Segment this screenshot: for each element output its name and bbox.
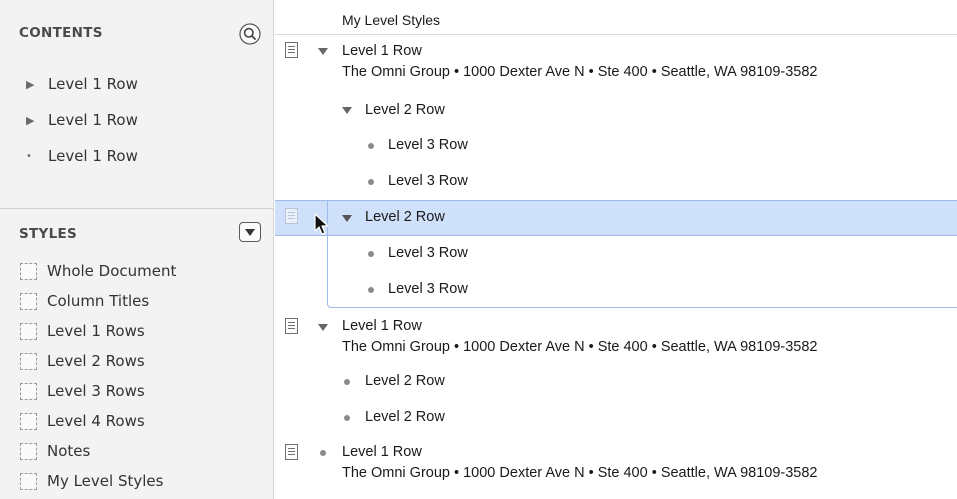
outline-row[interactable]: Level 3 Row [275, 128, 957, 164]
styles-header: STYLES [19, 226, 78, 242]
contents-item-label: Level 1 Row [48, 111, 138, 129]
style-item-label: Column Titles [47, 292, 150, 310]
contents-item[interactable]: ▶ Level 1 Row [0, 66, 273, 102]
bullet-icon [368, 287, 374, 293]
style-item-label: My Level Styles [47, 472, 164, 490]
row-note: The Omni Group • 1000 Dexter Ave N • Ste… [342, 339, 818, 355]
bullet-icon [368, 251, 374, 257]
outline-view: My Level Styles Level 1 Row The Omni Gro… [275, 0, 957, 499]
sidebar-divider[interactable] [0, 208, 273, 209]
bullet-icon [368, 179, 374, 185]
row-label: Level 3 Row [388, 245, 468, 261]
style-item[interactable]: Notes [0, 436, 273, 466]
note-icon[interactable] [285, 42, 298, 58]
style-swatch-icon [20, 442, 37, 460]
contents-item-label: Level 1 Row [48, 75, 138, 93]
row-label: Level 2 Row [365, 209, 445, 225]
outline-row[interactable]: Level 1 Row The Omni Group • 1000 Dexter… [275, 438, 957, 490]
disclosure-triangle-icon[interactable] [317, 321, 329, 333]
style-swatch-icon [20, 322, 37, 340]
note-icon[interactable] [285, 318, 298, 334]
outline-row[interactable]: Level 1 Row The Omni Group • 1000 Dexter… [275, 36, 957, 88]
bullet-icon [344, 379, 350, 385]
sidebar: CONTENTS ▶ Level 1 Row ▶ Level 1 Row • L… [0, 0, 274, 499]
outline-row[interactable]: Level 3 Row [275, 236, 957, 272]
style-item-label: Whole Document [47, 262, 177, 280]
bullet-icon: • [26, 150, 32, 162]
row-label: Level 1 Row [342, 43, 422, 59]
styles-menu-button[interactable] [239, 222, 261, 242]
disclosure-triangle-icon[interactable]: ▶ [26, 78, 48, 91]
magnifier-icon [239, 23, 261, 45]
row-label: Level 3 Row [388, 281, 468, 297]
note-icon[interactable] [285, 208, 298, 224]
row-label: Level 1 Row [342, 444, 422, 460]
style-item-label: Level 1 Rows [47, 322, 145, 340]
outline-row[interactable]: Level 2 Row [275, 400, 957, 436]
styles-list: Whole Document Column Titles Level 1 Row… [0, 256, 273, 496]
disclosure-triangle-icon[interactable] [317, 45, 329, 57]
contents-item[interactable]: ▶ Level 1 Row [0, 102, 273, 138]
disclosure-triangle-icon[interactable]: ▶ [26, 114, 48, 127]
style-item[interactable]: My Level Styles [0, 466, 273, 496]
style-item[interactable]: Level 4 Rows [0, 406, 273, 436]
style-item[interactable]: Level 3 Rows [0, 376, 273, 406]
outline-row[interactable]: Level 3 Row [275, 272, 957, 308]
style-swatch-icon [20, 472, 37, 490]
disclosure-triangle-icon[interactable] [341, 212, 353, 224]
style-item-label: Level 4 Rows [47, 412, 145, 430]
disclosure-triangle-icon[interactable] [341, 104, 353, 116]
note-icon[interactable] [285, 444, 298, 460]
contents-item[interactable]: • Level 1 Row [0, 138, 273, 174]
search-button[interactable] [239, 23, 261, 45]
style-item[interactable]: Level 1 Rows [0, 316, 273, 346]
row-label: Level 1 Row [342, 318, 422, 334]
style-swatch-icon [20, 412, 37, 430]
style-item[interactable]: Level 2 Rows [0, 346, 273, 376]
row-label: Level 3 Row [388, 137, 468, 153]
style-item-label: Notes [47, 442, 91, 460]
contents-item-label: Level 1 Row [48, 147, 138, 165]
bullet-icon [344, 415, 350, 421]
row-note: The Omni Group • 1000 Dexter Ave N • Ste… [342, 465, 818, 481]
style-item[interactable]: Column Titles [0, 286, 273, 316]
contents-list: ▶ Level 1 Row ▶ Level 1 Row • Level 1 Ro… [0, 66, 273, 174]
outline-row[interactable]: Level 3 Row [275, 164, 957, 200]
column-title[interactable]: My Level Styles [342, 12, 440, 28]
style-swatch-icon [20, 352, 37, 370]
outline-row-selected[interactable]: Level 2 Row [275, 200, 957, 236]
dropdown-triangle-icon [245, 229, 255, 236]
outline-row[interactable]: Level 2 Row [275, 364, 957, 400]
style-swatch-icon [20, 292, 37, 310]
style-item[interactable]: Whole Document [0, 256, 273, 286]
style-swatch-icon [20, 262, 37, 280]
row-note: The Omni Group • 1000 Dexter Ave N • Ste… [342, 64, 818, 80]
row-label: Level 2 Row [365, 373, 445, 389]
row-label: Level 2 Row [365, 102, 445, 118]
outline-row[interactable]: Level 2 Row [275, 92, 957, 128]
contents-header: CONTENTS [19, 25, 103, 41]
row-label: Level 2 Row [365, 409, 445, 425]
row-label: Level 3 Row [388, 173, 468, 189]
style-item-label: Level 3 Rows [47, 382, 145, 400]
mouse-cursor-icon [314, 213, 329, 235]
bullet-icon [368, 143, 374, 149]
style-swatch-icon [20, 382, 37, 400]
column-title-divider [275, 34, 957, 35]
bullet-icon [320, 450, 326, 456]
outline-row[interactable]: Level 1 Row The Omni Group • 1000 Dexter… [275, 312, 957, 364]
style-item-label: Level 2 Rows [47, 352, 145, 370]
